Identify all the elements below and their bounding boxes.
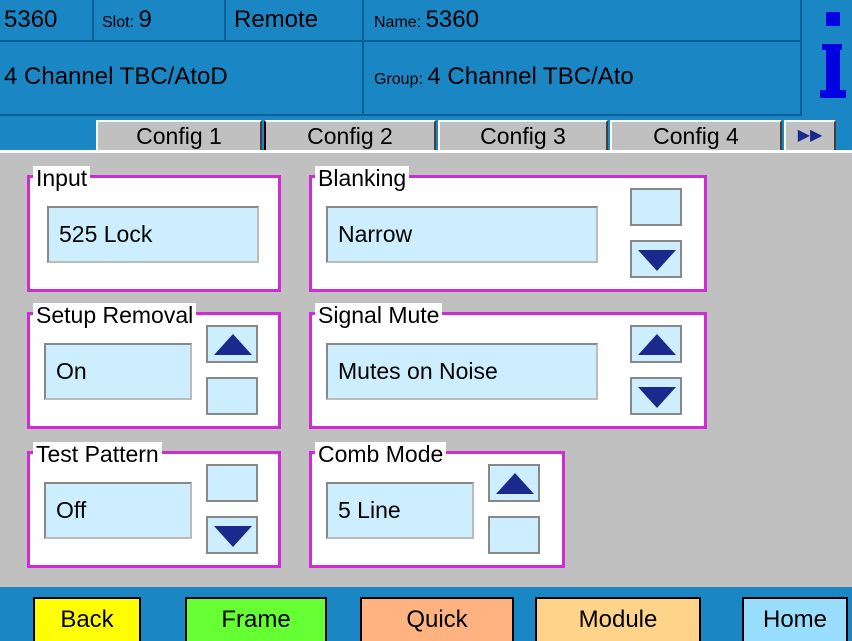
description-label: 4 Channel TBC/AtoD [4,63,228,90]
slot-label: Slot: [102,14,135,31]
setup-removal-panel: On [27,312,281,429]
tab-label: Config 2 [307,123,393,149]
setup-removal-title: Setup Removal [33,303,197,327]
double-arrow-icon: ▶▶ [797,127,823,144]
signal-mute-up-button[interactable] [630,325,682,363]
slot-cell: Slot: 9 [94,0,226,42]
comb-mode-title: Comb Mode [315,442,447,466]
signal-mute-value[interactable]: Mutes on Noise [326,343,598,400]
slot-value: 9 [138,6,152,33]
arrow-down-icon [214,526,252,547]
setup-removal-up-button[interactable] [206,325,258,363]
arrow-up-icon [638,334,676,355]
name-value: 5360 [425,6,479,33]
blanking-down-button[interactable] [630,240,682,278]
blanking-title: Blanking [315,166,410,190]
test-pattern-up-empty [206,464,258,502]
tab-config-1[interactable]: Config 1 [96,120,262,150]
frame-button[interactable]: Frame [185,597,327,641]
input-value[interactable]: 525 Lock [47,206,259,263]
comb-mode-value[interactable]: 5 Line [326,482,474,539]
setup-removal-down-empty [206,377,258,415]
blanking-up-empty [630,188,682,226]
comb-mode-up-button[interactable] [488,464,540,502]
name-cell: Name: 5360 [364,0,802,42]
signal-mute-title: Signal Mute [315,303,443,327]
tab-config-3[interactable]: Config 3 [438,120,608,150]
signal-mute-down-button[interactable] [630,377,682,415]
test-pattern-value[interactable]: Off [44,482,192,539]
tab-config-2[interactable]: Config 2 [264,120,436,150]
comb-mode-panel: 5 Line [309,451,565,568]
test-pattern-down-button[interactable] [206,516,258,554]
tab-label: Config 3 [480,123,566,149]
tab-underline [0,150,852,153]
arrow-up-icon [214,334,252,355]
mode-cell: Remote [226,0,364,42]
input-title: Input [33,166,91,190]
setup-removal-value[interactable]: On [44,343,192,400]
tabs-more-button[interactable]: ▶▶ [784,120,836,150]
arrow-up-icon [496,473,534,494]
comb-mode-down-empty [488,516,540,554]
input-panel: 525 Lock [27,175,281,292]
remote-label: Remote [234,6,319,33]
info-icon[interactable] [814,10,848,105]
signal-mute-panel: Mutes on Noise [309,312,707,429]
arrow-down-icon [638,387,676,408]
model-label: 5360 [4,6,58,33]
back-button[interactable]: Back [33,597,141,641]
test-pattern-title: Test Pattern [33,442,162,466]
name-label: Name: [374,14,422,31]
description-cell: 4 Channel TBC/AtoD [0,42,364,116]
model-cell: 5360 [0,0,94,42]
group-label: Group: [374,71,423,88]
tab-label: Config 1 [136,123,222,149]
arrow-down-icon [638,250,676,271]
group-value: 4 Channel TBC/Ato [427,63,634,90]
test-pattern-panel: Off [27,451,281,568]
home-button[interactable]: Home [742,597,848,641]
quick-button[interactable]: Quick [360,597,514,641]
group-cell: Group: 4 Channel TBC/Ato [364,42,802,116]
blanking-value[interactable]: Narrow [326,206,598,263]
blanking-panel: Narrow [309,175,707,292]
module-button[interactable]: Module [535,597,701,641]
tab-config-4[interactable]: Config 4 [610,120,782,150]
tab-label: Config 4 [653,123,739,149]
